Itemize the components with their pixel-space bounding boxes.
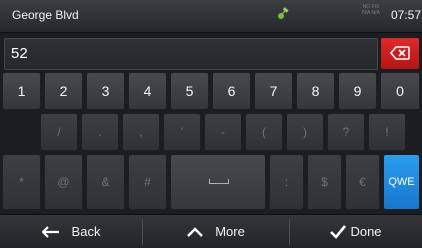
key-symbol[interactable]: ( [245, 113, 283, 151]
street-name: George Blvd [12, 8, 79, 22]
key-digit[interactable]: 2 [44, 72, 83, 110]
key-symbol[interactable]: ! [368, 113, 406, 151]
space-key[interactable] [170, 154, 266, 210]
key-digit[interactable]: 5 [170, 72, 209, 110]
back-label: Back [71, 224, 101, 239]
key-symbol[interactable]: € [345, 154, 380, 210]
back-button[interactable]: Back [0, 215, 142, 248]
more-label: More [215, 224, 245, 239]
key-symbol[interactable]: * [2, 154, 41, 210]
more-button[interactable]: More [143, 215, 289, 248]
key-digit[interactable]: 8 [296, 72, 335, 110]
key-digit[interactable]: 1 [2, 72, 41, 110]
key-symbol[interactable]: ' [163, 113, 201, 151]
done-label: Done [350, 224, 382, 239]
chevron-up-icon [187, 226, 204, 237]
key-digit[interactable]: 4 [128, 72, 167, 110]
keyboard-screen: George Blvd NO FIX N/A N/A 07:57 52 1 2 … [0, 0, 422, 248]
search-input[interactable]: 52 [4, 38, 378, 70]
space-bar-icon [209, 179, 229, 184]
bottom-bar: Back More Done [0, 214, 422, 248]
search-input-value: 52 [11, 45, 28, 62]
status-bar: George Blvd NO FIX N/A N/A 07:57 [0, 0, 422, 33]
arrow-left-icon [41, 225, 59, 238]
done-button[interactable]: Done [290, 215, 422, 248]
gps-status-text: NO FIX N/A N/A [356, 4, 386, 16]
key-symbol[interactable]: : [269, 154, 304, 210]
key-symbol[interactable]: & [86, 154, 125, 210]
key-digit[interactable]: 3 [86, 72, 125, 110]
key-symbol[interactable]: $ [307, 154, 342, 210]
key-symbol[interactable]: , [122, 113, 160, 151]
key-symbol[interactable]: . [81, 113, 119, 151]
key-symbol[interactable]: - [204, 113, 242, 151]
qwe-layout-button[interactable]: QWE [383, 154, 420, 210]
key-symbol[interactable]: ) [286, 113, 324, 151]
key-symbol[interactable]: / [40, 113, 78, 151]
backspace-icon [390, 46, 410, 60]
key-symbol[interactable]: @ [44, 154, 83, 210]
backspace-button[interactable] [381, 38, 419, 69]
key-digit[interactable]: 6 [212, 72, 251, 110]
key-symbol[interactable]: # [128, 154, 167, 210]
key-digit[interactable]: 7 [254, 72, 293, 110]
key-digit[interactable]: 0 [380, 72, 420, 110]
gps-status-line: N/A N/A [362, 10, 380, 16]
gps-satellite-icon [278, 7, 289, 19]
key-digit[interactable]: 9 [338, 72, 377, 110]
clock: 07:57 [391, 8, 422, 22]
checkmark-icon [330, 224, 347, 239]
key-symbol[interactable]: ? [327, 113, 365, 151]
